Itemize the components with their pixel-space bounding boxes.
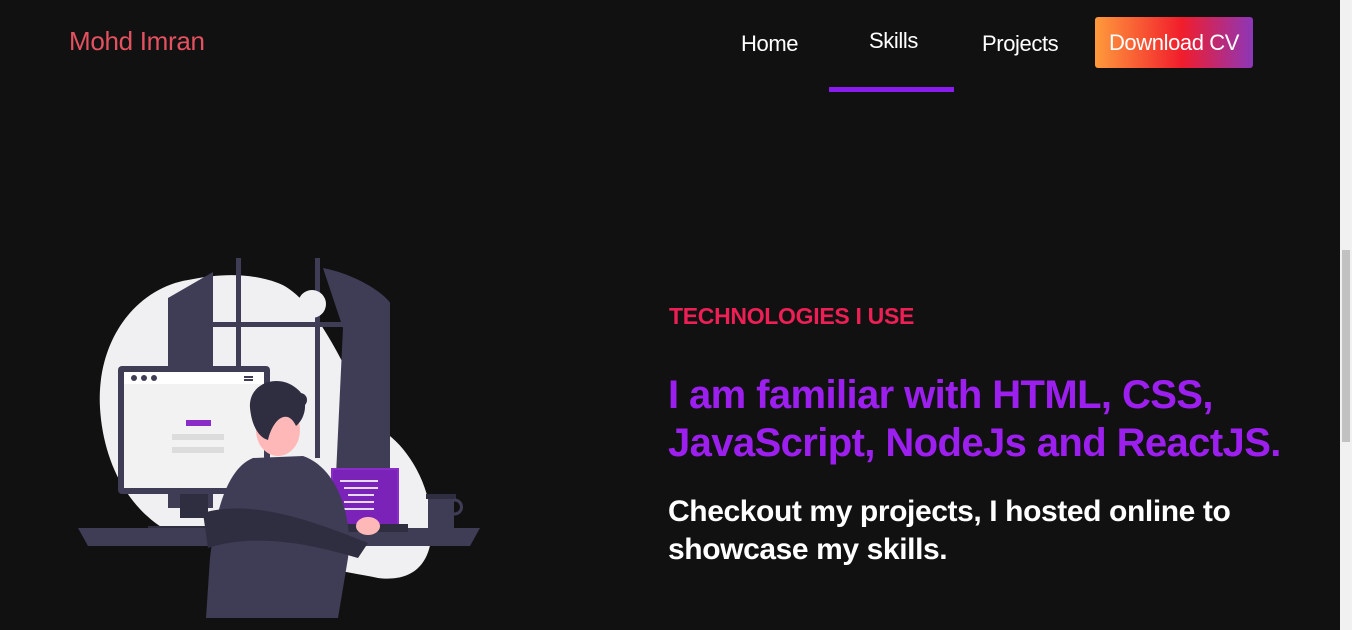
nav-item-projects[interactable]: Projects [982,31,1059,57]
page-scrollbar[interactable] [1340,0,1352,630]
nav-item-skills[interactable]: Skills [869,28,918,54]
scrollbar-thumb[interactable] [1342,250,1350,442]
section-eyebrow: TECHNOLOGIES I USE [669,303,915,329]
portfolio-page: Mohd Imran Home Skills Projects Download… [0,0,1352,630]
active-nav-indicator [829,87,954,92]
download-cv-button[interactable]: Download CV [1095,17,1253,68]
brand-logo[interactable]: Mohd Imran [69,26,205,57]
developer-illustration [78,258,480,618]
developer-at-desk-icon [78,258,480,618]
nav-item-home[interactable]: Home [741,31,798,57]
section-subtext: Checkout my projects, I hosted online to… [668,495,1231,566]
section-headline: I am familiar with HTML, CSS, JavaScript… [668,373,1281,465]
